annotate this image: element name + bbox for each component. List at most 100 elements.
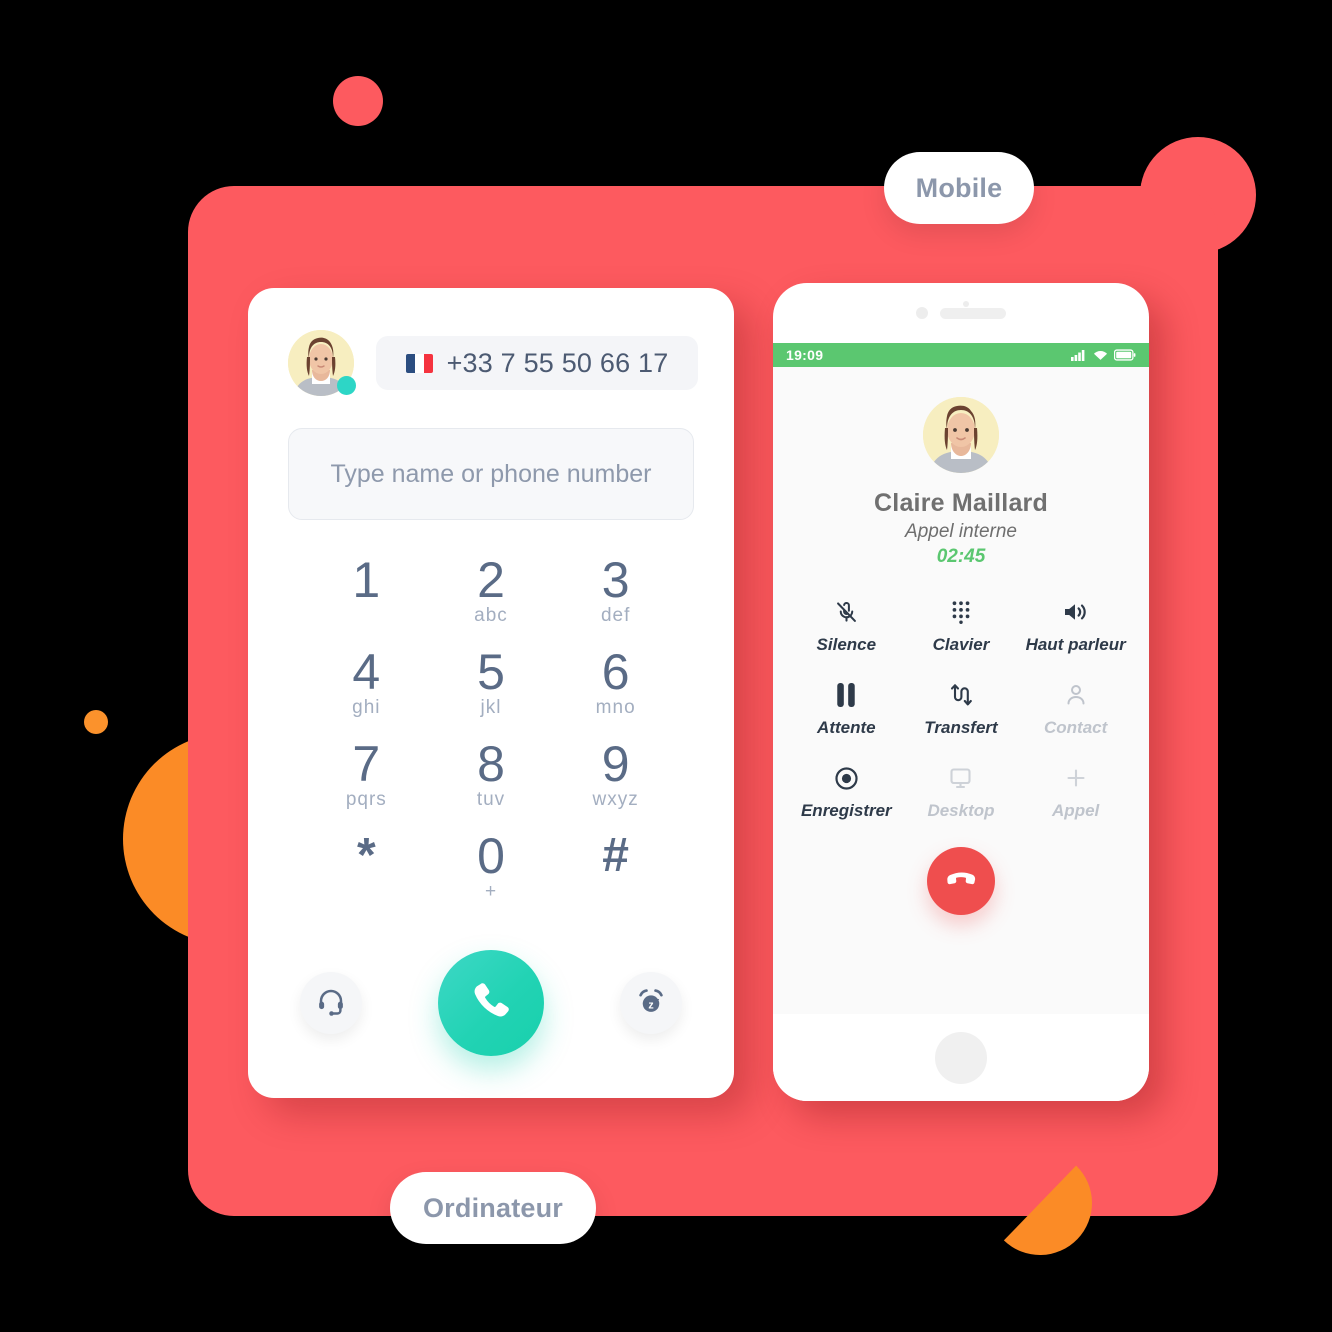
control-silence[interactable]: Silence [789, 598, 904, 655]
speaker-grille-icon [940, 307, 1006, 319]
control-contact[interactable]: Contact [1018, 681, 1133, 738]
key-digit: 1 [352, 552, 381, 608]
key-digit: # [602, 829, 629, 882]
flag-fr-icon [405, 353, 433, 373]
decor-red-dot [333, 76, 383, 126]
plus-icon [1064, 764, 1088, 792]
control-attente[interactable]: Attente [789, 681, 904, 738]
key-letters: jkl [480, 697, 502, 718]
speaker-icon [1063, 598, 1089, 626]
key-star[interactable]: * [304, 830, 429, 914]
key-letters: abc [474, 605, 508, 626]
svg-text:z: z [648, 999, 653, 1011]
key-digit: 8 [477, 736, 505, 792]
record-icon [834, 764, 859, 792]
pause-icon [836, 681, 856, 709]
status-bar-icons [1071, 349, 1136, 361]
mobile-phone: 19:09 Claire Maillard Appel interne 02:4… [773, 283, 1149, 1101]
control-label: Silence [816, 635, 877, 654]
dialer-actions: z z [248, 950, 734, 1056]
label-ordinateur-text: Ordinateur [422, 1192, 564, 1223]
control-transfert[interactable]: Transfert [904, 681, 1019, 738]
control-label: Attente [817, 718, 876, 737]
person-icon [1065, 681, 1087, 709]
control-label: Desktop [927, 801, 995, 820]
svg-text:z: z [656, 997, 660, 1004]
hangup-button[interactable] [927, 847, 995, 915]
key-letters: + [484, 881, 498, 902]
transfer-icon [950, 681, 972, 709]
control-label: Transfert [924, 718, 998, 737]
headset-button[interactable] [300, 972, 362, 1034]
avatar [288, 330, 356, 396]
key-digit: 4 [352, 644, 381, 700]
headset-icon [316, 986, 346, 1021]
key-1[interactable]: 1 [304, 554, 429, 638]
key-digit: 3 [601, 552, 630, 608]
control-clavier[interactable]: Clavier [904, 598, 1019, 655]
key-8[interactable]: 8 tuv [429, 738, 554, 822]
signal-icon [1071, 350, 1085, 361]
key-3[interactable]: 3 def [553, 554, 678, 638]
key-4[interactable]: 4 ghi [304, 646, 429, 730]
search-input[interactable] [289, 429, 693, 519]
decor-orange-dot [84, 710, 108, 734]
key-5[interactable]: 5 jkl [429, 646, 554, 730]
call-icon [468, 978, 514, 1029]
snooze-icon: z z [635, 985, 667, 1022]
monitor-icon [948, 764, 973, 792]
key-6[interactable]: 6 mno [553, 646, 678, 730]
key-digit: * [356, 829, 376, 882]
illustration-stage: +33 7 55 50 66 17 1 2 abc 3 def 4 ghi [0, 0, 1332, 1332]
mic-off-icon [835, 598, 858, 626]
control-enregistrer[interactable]: Enregistrer [789, 764, 904, 821]
keypad: 1 2 abc 3 def 4 ghi 5 jkl 6 mno 7 pqrs 8… [304, 554, 678, 914]
control-label: Appel [1052, 801, 1100, 820]
keypad-icon [950, 598, 972, 626]
phone-notch [773, 283, 1149, 343]
search-box[interactable] [288, 428, 694, 520]
control-label: Enregistrer [800, 801, 892, 820]
battery-icon [1114, 349, 1136, 361]
key-digit: 0 [477, 828, 505, 884]
key-letters: ghi [352, 697, 381, 718]
key-digit: 9 [601, 736, 630, 792]
key-9[interactable]: 9 wxyz [553, 738, 678, 822]
control-desktop[interactable]: Desktop [904, 764, 1019, 821]
wifi-icon [1093, 351, 1108, 360]
control-label: Haut parleur [1025, 635, 1126, 654]
control-label: Clavier [932, 635, 990, 654]
status-bar-time: 19:09 [786, 347, 824, 363]
call-screen: Claire Maillard Appel interne 02:45 Sile… [773, 367, 1149, 1014]
phone-number-chip[interactable]: +33 7 55 50 66 17 [376, 336, 698, 390]
connector-bottom [487, 1098, 500, 1178]
key-letters: mno [595, 697, 636, 718]
key-0[interactable]: 0 + [429, 830, 554, 914]
key-digit: 2 [477, 552, 505, 608]
control-label: Contact [1044, 718, 1108, 737]
home-button[interactable] [935, 1031, 987, 1084]
dialer-card: +33 7 55 50 66 17 1 2 abc 3 def 4 ghi [248, 288, 734, 1098]
key-2[interactable]: 2 abc [429, 554, 554, 638]
key-hash[interactable]: # [553, 830, 678, 914]
label-mobile: Mobile [884, 152, 1034, 224]
phone-number-text: +33 7 55 50 66 17 [446, 347, 669, 378]
hangup-icon [945, 863, 977, 900]
control-haut-parleur[interactable]: Haut parleur [1018, 598, 1133, 655]
snooze-button[interactable]: z z [620, 972, 682, 1034]
call-timer: 02:45 [936, 546, 986, 567]
call-button[interactable] [438, 950, 544, 1056]
key-letters: tuv [476, 789, 506, 810]
sensor-dot-icon [963, 301, 969, 307]
key-digit: 5 [477, 644, 505, 700]
control-appel[interactable]: Appel [1018, 764, 1133, 821]
status-dot-online [337, 376, 356, 395]
caller-avatar [923, 397, 999, 473]
caller-type: Appel interne [905, 521, 1017, 542]
key-digit: 6 [601, 644, 630, 700]
key-digit: 7 [352, 736, 381, 792]
key-letters: def [600, 605, 631, 626]
caller-name: Claire Maillard [874, 489, 1048, 517]
key-7[interactable]: 7 pqrs [304, 738, 429, 822]
camera-icon [916, 307, 928, 319]
